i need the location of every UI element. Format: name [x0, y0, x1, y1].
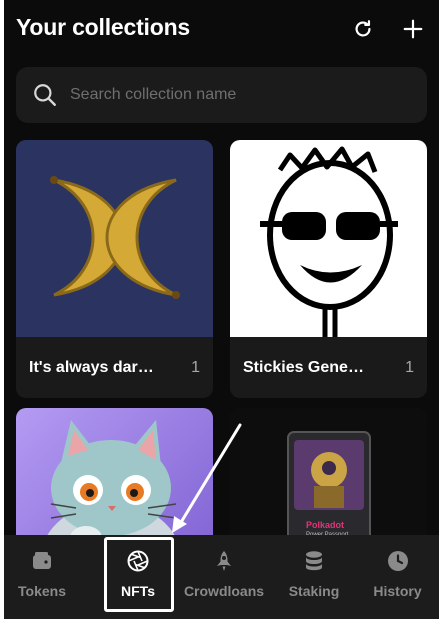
nav-tab-crowdloans[interactable]: Crowdloans: [176, 535, 272, 619]
collection-card[interactable]: Polkadot Power Passport: [230, 408, 427, 548]
collection-card[interactable]: It's always dar… 1: [16, 140, 213, 398]
clock-icon: [386, 548, 410, 574]
collection-name: Stickies Gene…: [243, 358, 364, 376]
search-icon: [34, 84, 56, 106]
app-frame: Your collections Search collection name …: [4, 0, 439, 619]
collection-count: 1: [191, 358, 200, 376]
collection-card[interactable]: [16, 408, 213, 548]
collection-name: It's always dar…: [29, 358, 154, 376]
nav-tab-nfts[interactable]: NFTs: [100, 535, 176, 619]
bottom-navigation: Tokens NFTs Crowdloans Staking History: [4, 535, 439, 619]
search-bar[interactable]: [16, 67, 427, 123]
collection-card[interactable]: Stickies Gene… 1: [230, 140, 427, 398]
nav-tab-staking[interactable]: Staking: [272, 535, 356, 619]
aperture-icon: [126, 548, 150, 574]
refresh-icon: [355, 20, 371, 37]
wallet-icon: [30, 548, 54, 574]
refresh-button[interactable]: [350, 16, 376, 42]
nav-label: Tokens: [18, 583, 66, 599]
collection-count: 1: [405, 358, 414, 376]
nav-tab-tokens[interactable]: Tokens: [4, 535, 80, 619]
nav-label: Crowdloans: [183, 583, 265, 599]
card-footer: It's always dar… 1: [16, 337, 213, 398]
search-input[interactable]: [68, 85, 402, 105]
nav-label: History: [373, 583, 422, 599]
nav-tab-history[interactable]: History: [356, 535, 439, 619]
nav-label: Staking: [288, 583, 340, 599]
plus-icon: [403, 19, 423, 39]
collection-image-sunglasses-face: [230, 140, 427, 337]
passport-title: Polkadot: [306, 520, 345, 530]
nav-label: NFTs: [121, 583, 155, 599]
card-footer: Stickies Gene… 1: [230, 337, 427, 398]
database-icon: [302, 548, 326, 574]
header: Your collections: [4, 0, 439, 62]
collection-image-cartoon-cat: [16, 408, 213, 548]
page-title: Your collections: [16, 14, 191, 40]
add-collection-button[interactable]: [400, 16, 426, 42]
rocket-icon: [212, 548, 236, 574]
collection-image-crescent-bananas: [16, 140, 213, 337]
